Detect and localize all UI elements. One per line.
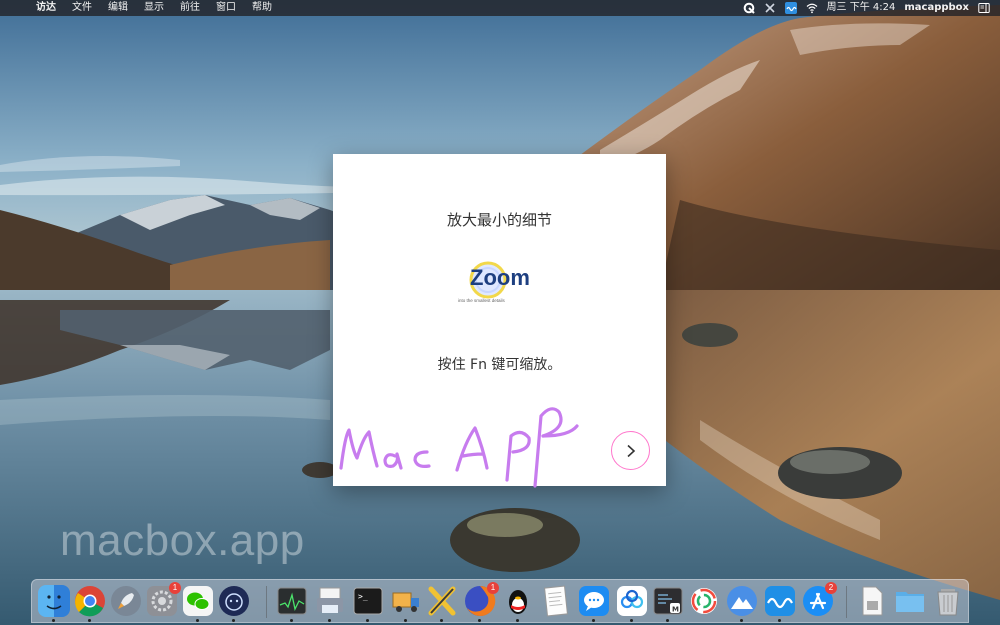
dock-finder[interactable] [38,585,70,622]
badge: 2 [825,582,837,594]
x-icon [428,586,456,616]
zoom-logo-text: Zoom [470,265,530,290]
document-icon [862,586,883,616]
menu-app-name[interactable]: 访达 [28,0,64,16]
dock-wave-app[interactable] [764,585,796,622]
dock-transmit[interactable] [390,585,422,622]
running-indicator [630,619,633,622]
dock-separator [266,586,267,618]
running-indicator [52,619,55,622]
dock-separator [846,586,847,618]
cloud-icon [617,586,647,616]
running-indicator [366,619,369,622]
dock-preview[interactable] [314,585,346,622]
dock-vpn[interactable] [726,585,758,622]
dock-firefox[interactable]: 1 [464,582,499,622]
chevron-right-icon [626,444,635,457]
menu-file[interactable]: 文件 [64,0,100,16]
running-indicator [290,619,293,622]
running-indicator [740,619,743,622]
window-title: 放大最小的细节 [446,211,552,229]
running-indicator [478,619,481,622]
running-indicator [196,619,199,622]
svg-text:>_: >_ [358,592,368,601]
dock-trash[interactable] [932,585,964,617]
dock: 1 >_ 1 M 2 [31,579,969,623]
terminal-icon: >_ [353,587,383,615]
dock-chrome[interactable] [74,585,106,622]
printer-icon [317,587,343,613]
activity-monitor-icon [277,587,307,615]
running-indicator [666,619,669,622]
notepad-icon [544,585,568,617]
dock-mindnode[interactable] [688,585,720,617]
wechat-icon [183,586,213,616]
next-button[interactable] [611,431,650,470]
folder-icon [896,592,924,612]
watermark-text: macbox.app [60,516,305,565]
penguin-icon [509,590,527,614]
menu-help[interactable]: 帮助 [244,0,280,16]
menubar-datetime[interactable]: 周三 下午 4:24 [827,0,896,16]
mountain-icon [727,586,757,616]
running-indicator [328,619,331,622]
truck-icon [392,592,419,612]
menu-view[interactable]: 显示 [136,0,172,16]
dock-qq[interactable] [502,585,534,622]
running-indicator [232,619,235,622]
svg-text:M: M [672,606,679,614]
running-indicator [592,619,595,622]
running-indicator [440,619,443,622]
chat-bubble-icon [579,586,609,616]
loop-icon[interactable] [743,2,755,14]
wave-icon [765,586,795,616]
dock-x-app[interactable] [426,585,458,622]
wifi-icon[interactable] [806,2,818,14]
rings-icon [691,588,717,614]
dock-textedit[interactable] [540,585,572,617]
dock-messages[interactable] [578,585,610,622]
dock-wechat[interactable] [182,585,214,622]
x-app-icon[interactable] [764,2,776,14]
menubar-username[interactable]: macappbox [904,0,969,16]
sound-wave-icon[interactable] [784,2,797,14]
sidebar-icon[interactable] [978,2,990,14]
running-indicator [778,619,781,622]
badge: 1 [169,582,181,594]
dock-app-store[interactable]: 2 [802,582,837,617]
dock-document[interactable] [856,585,888,617]
rocket-icon [111,586,141,616]
menu-window[interactable]: 窗口 [208,0,244,16]
dock-terminal[interactable]: >_ [352,585,384,622]
handwritten-signature [339,407,579,488]
menu-go[interactable]: 前往 [172,0,208,16]
running-indicator [88,619,91,622]
paw-face-icon [219,586,249,616]
zoom-logo: Zoom into the smallest details [450,258,550,310]
dock-activity-monitor[interactable] [276,585,308,622]
dock-launchpad[interactable] [110,585,142,617]
running-indicator [404,619,407,622]
running-indicator [516,619,519,622]
chrome-icon [75,586,105,617]
zoom-logo-subtitle: into the smallest details [458,298,505,303]
trash-icon [937,589,959,616]
apple-menu-icon[interactable] [10,0,28,16]
code-window-icon: M [653,587,683,615]
dock-code-editor[interactable]: M [652,585,684,622]
badge: 1 [487,582,499,594]
dock-folder[interactable] [894,585,926,617]
dock-baidu-netdisk[interactable] [616,585,648,622]
finder-face-icon [46,595,62,610]
dock-system-preferences[interactable]: 1 [146,582,181,617]
menu-edit[interactable]: 编辑 [100,0,136,16]
fn-zoom-hint: 按住 Fn 键可缩放。 [437,357,562,373]
dock-pet-app[interactable] [218,585,250,622]
menu-bar: 访达 文件 编辑 显示 前往 窗口 帮助 周三 下午 4:24 macappbo… [0,0,1000,16]
